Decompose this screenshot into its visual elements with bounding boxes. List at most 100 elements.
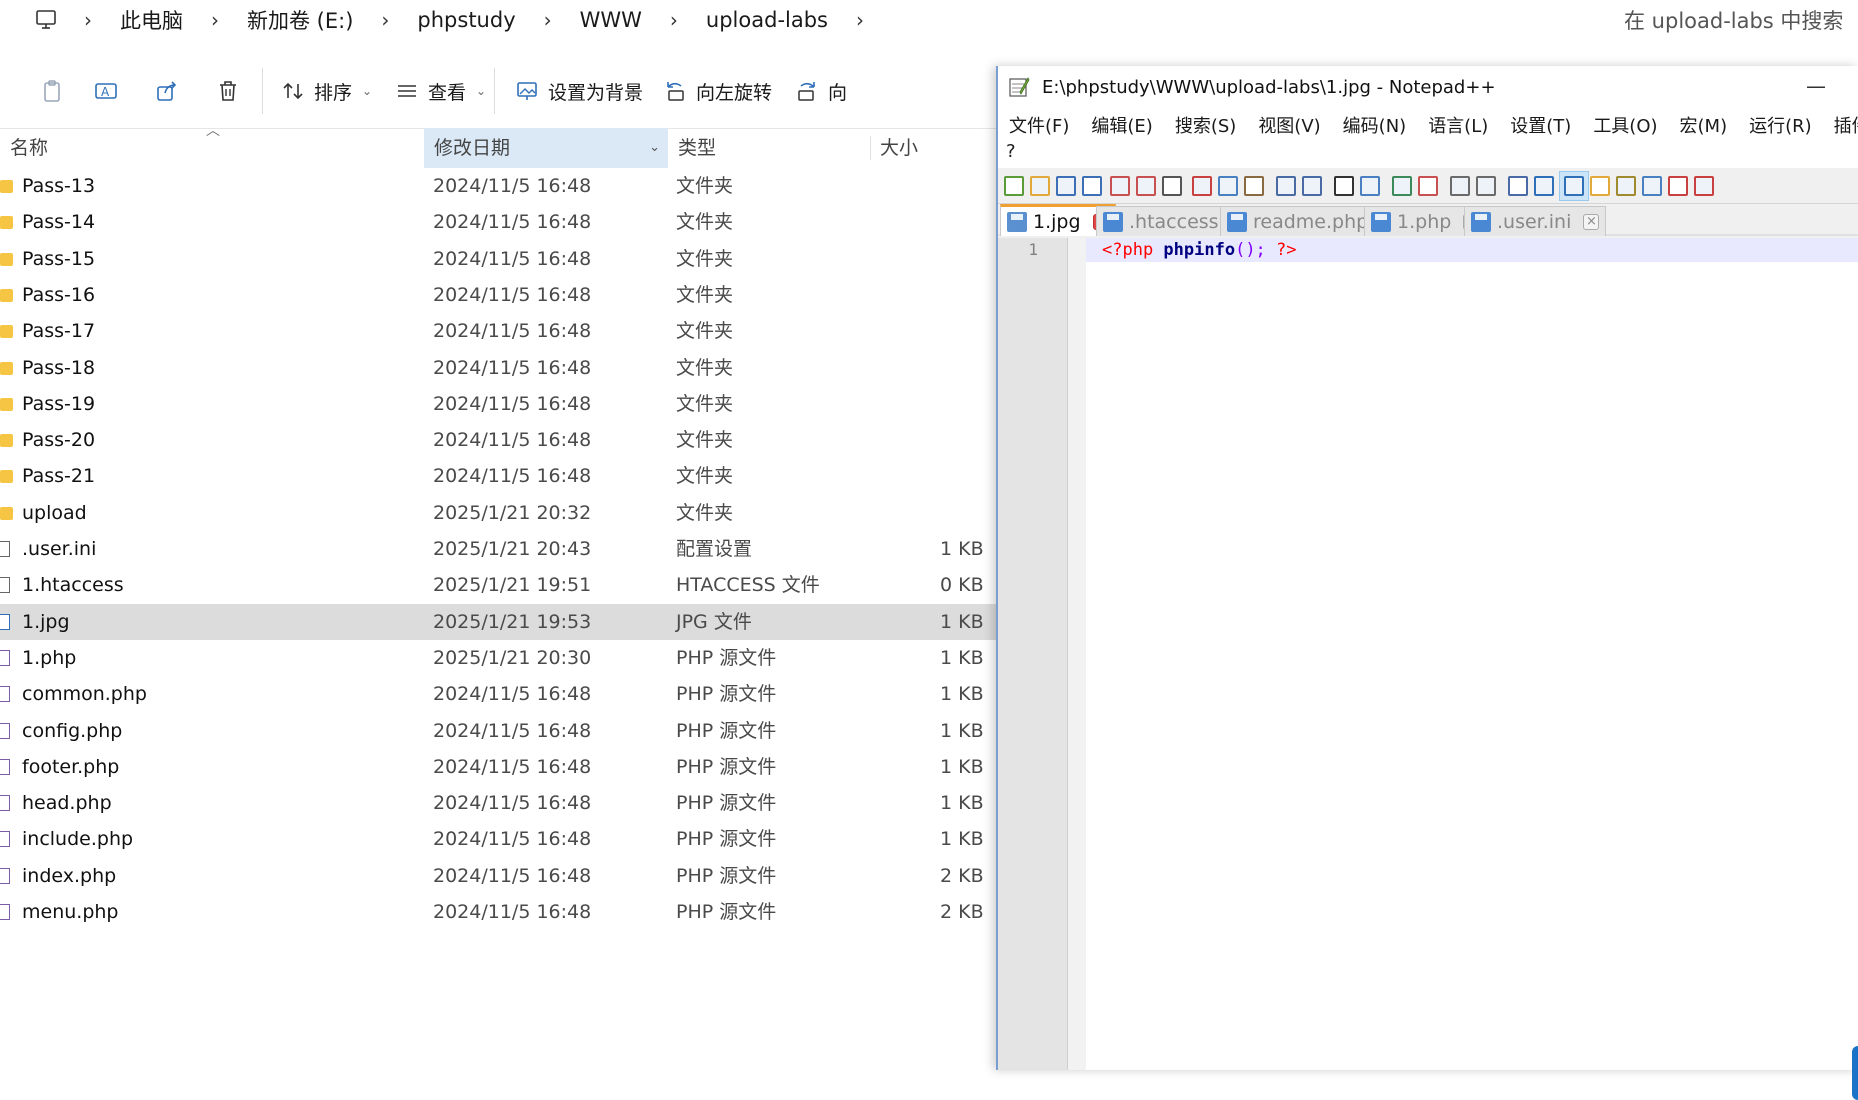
file-row[interactable]: 1.jpg 2025/1/21 19:53 JPG 文件 1 KB [0,603,1000,640]
code-line[interactable]: <?php phpinfo(); ?> [1102,238,1297,262]
menu-item[interactable]: 文件(F) [998,112,1080,138]
undo-icon[interactable] [1276,176,1296,196]
sort-icon [283,82,303,100]
folder-workspace-icon[interactable] [1642,176,1662,196]
zoom-in-icon[interactable] [1392,176,1412,196]
open-file-icon[interactable] [1030,176,1050,196]
breadcrumb-drive-e[interactable]: 新加卷 (E:) [237,5,363,35]
file-row[interactable]: Pass-20 2024/11/5 16:48 文件夹 [0,422,1000,458]
macro-stop-icon[interactable] [1694,176,1714,196]
menu-item[interactable]: 语言(L) [1417,112,1499,138]
menu-item[interactable]: 宏(M) [1669,112,1739,138]
chevron-right-icon[interactable]: › [193,8,237,32]
column-header-date[interactable]: 修改日期 ⌄ [424,128,668,168]
file-size: 2 KB [940,864,984,887]
zoom-out-icon[interactable] [1418,176,1438,196]
sync-vertical-icon[interactable] [1450,176,1470,196]
file-row[interactable]: Pass-21 2024/11/5 16:48 文件夹 [0,458,1000,494]
chevron-right-icon[interactable]: › [652,8,696,32]
file-date: 2025/1/21 20:30 [433,646,592,669]
breadcrumb-phpstudy[interactable]: phpstudy [407,8,525,32]
copy-icon[interactable] [1218,176,1238,196]
find-icon[interactable] [1334,176,1354,196]
file-row[interactable]: Pass-14 2024/11/5 16:48 文件夹 [0,204,1000,240]
menu-item[interactable]: 运行(R) [1738,112,1823,138]
side-panel-handle[interactable] [1852,1046,1858,1100]
file-row[interactable]: menu.php 2024/11/5 16:48 PHP 源文件 2 KB [0,894,1000,930]
breadcrumb-upload-labs[interactable]: upload-labs [696,8,838,32]
minimize-icon[interactable]: — [1806,74,1826,98]
function-list-icon[interactable] [1616,176,1636,196]
replace-icon[interactable] [1360,176,1380,196]
file-row[interactable]: 1.htaccess 2025/1/21 19:51 HTACCESS 文件 0 KB [0,567,1000,603]
paste-icon[interactable] [40,79,64,103]
share-icon[interactable] [155,79,179,103]
file-row[interactable]: head.php 2024/11/5 16:48 PHP 源文件 1 KB [0,785,1000,821]
set-as-background-button[interactable]: 设置为背景 [516,76,643,106]
rotate-left-button[interactable]: 向左旋转 [664,76,772,106]
breadcrumb-this-pc[interactable]: 此电脑 [110,5,193,35]
chevron-right-icon[interactable]: › [363,8,407,32]
file-row[interactable]: Pass-18 2024/11/5 16:48 文件夹 [0,350,1000,386]
doc-map-icon[interactable] [1590,176,1610,196]
delete-icon[interactable] [216,79,240,103]
menu-item[interactable]: 编辑(E) [1080,112,1163,138]
chevron-down-icon[interactable]: ⌄ [649,128,660,168]
file-row[interactable]: .user.ini 2025/1/21 20:43 配置设置 1 KB [0,531,1000,567]
rename-icon[interactable]: A [94,79,118,103]
close-all-icon[interactable] [1136,176,1156,196]
file-row[interactable]: Pass-13 2024/11/5 16:48 文件夹 [0,168,1000,204]
menu-item[interactable]: 工具(O) [1582,112,1668,138]
file-row[interactable]: Pass-17 2024/11/5 16:48 文件夹 [0,313,1000,349]
menu-item[interactable]: 插件(P [1823,112,1858,138]
rotate-right-button[interactable]: 向 [796,76,847,106]
breadcrumb-www[interactable]: WWW [570,8,652,32]
menu-item[interactable]: 编码(N) [1332,112,1418,138]
menu-item[interactable]: 设置(T) [1499,112,1582,138]
file-row[interactable]: footer.php 2024/11/5 16:48 PHP 源文件 1 KB [0,749,1000,785]
macro-record-icon[interactable] [1668,176,1688,196]
file-row[interactable]: common.php 2024/11/5 16:48 PHP 源文件 1 KB [0,676,1000,712]
menu-item[interactable]: 搜索(S) [1164,112,1247,138]
chevron-right-icon[interactable]: › [66,8,110,32]
save-all-icon[interactable] [1082,176,1102,196]
npp-title-bar[interactable]: E:\phpstudy\WWW\upload-labs\1.jpg - Note… [998,66,1858,108]
chevron-right-icon[interactable]: › [838,8,882,32]
indent-guide-icon[interactable] [1564,176,1584,196]
cut-icon[interactable] [1192,176,1212,196]
file-row[interactable]: config.php 2024/11/5 16:48 PHP 源文件 1 KB [0,713,1000,749]
save-icon[interactable] [1056,176,1076,196]
file-row[interactable]: 1.php 2025/1/21 20:30 PHP 源文件 1 KB [0,640,1000,676]
menu-item[interactable]: 视图(V) [1247,112,1331,138]
menu-item-help[interactable]: ? [998,141,1027,162]
sort-button[interactable]: 排序 ⌄ [282,76,372,106]
image-file-icon [0,613,10,630]
search-input[interactable]: 在 upload-labs 中搜索 [1598,0,1858,40]
computer-icon[interactable] [26,10,66,30]
column-header-type[interactable]: 类型 [668,128,870,168]
file-row[interactable]: Pass-16 2024/11/5 16:48 文件夹 [0,277,1000,313]
column-header-name[interactable]: 名称 [0,128,424,168]
close-tab-icon[interactable]: × [1583,213,1600,230]
file-row[interactable]: Pass-15 2024/11/5 16:48 文件夹 [0,241,1000,277]
close-icon[interactable] [1110,176,1130,196]
file-row[interactable]: Pass-19 2024/11/5 16:48 文件夹 [0,386,1000,422]
address-bar[interactable]: › 此电脑 › 新加卷 (E:) › phpstudy › WWW › uplo… [26,0,1588,40]
chevron-right-icon[interactable]: › [526,8,570,32]
view-button[interactable]: 查看 ⌄ [396,76,486,106]
print-icon[interactable] [1162,176,1182,196]
file-row[interactable]: index.php 2024/11/5 16:48 PHP 源文件 2 KB [0,858,1000,894]
redo-icon[interactable] [1302,176,1322,196]
file-name: Pass-21 [22,465,96,488]
file-row[interactable]: upload 2025/1/21 20:32 文件夹 [0,495,1000,531]
column-header-size[interactable]: 大小 [870,128,1000,168]
file-row[interactable]: include.php 2024/11/5 16:48 PHP 源文件 1 KB [0,821,1000,857]
new-file-icon[interactable] [1004,176,1024,196]
npp-window-title: E:\phpstudy\WWW\upload-labs\1.jpg - Note… [1042,76,1496,98]
editor-tab[interactable]: .user.ini × [1464,206,1607,236]
npp-editor[interactable]: 1 <?php phpinfo(); ?> [998,238,1858,1070]
sync-horizontal-icon[interactable] [1476,176,1496,196]
word-wrap-icon[interactable] [1508,176,1528,196]
show-all-chars-icon[interactable] [1534,176,1554,196]
paste-icon[interactable] [1244,176,1264,196]
